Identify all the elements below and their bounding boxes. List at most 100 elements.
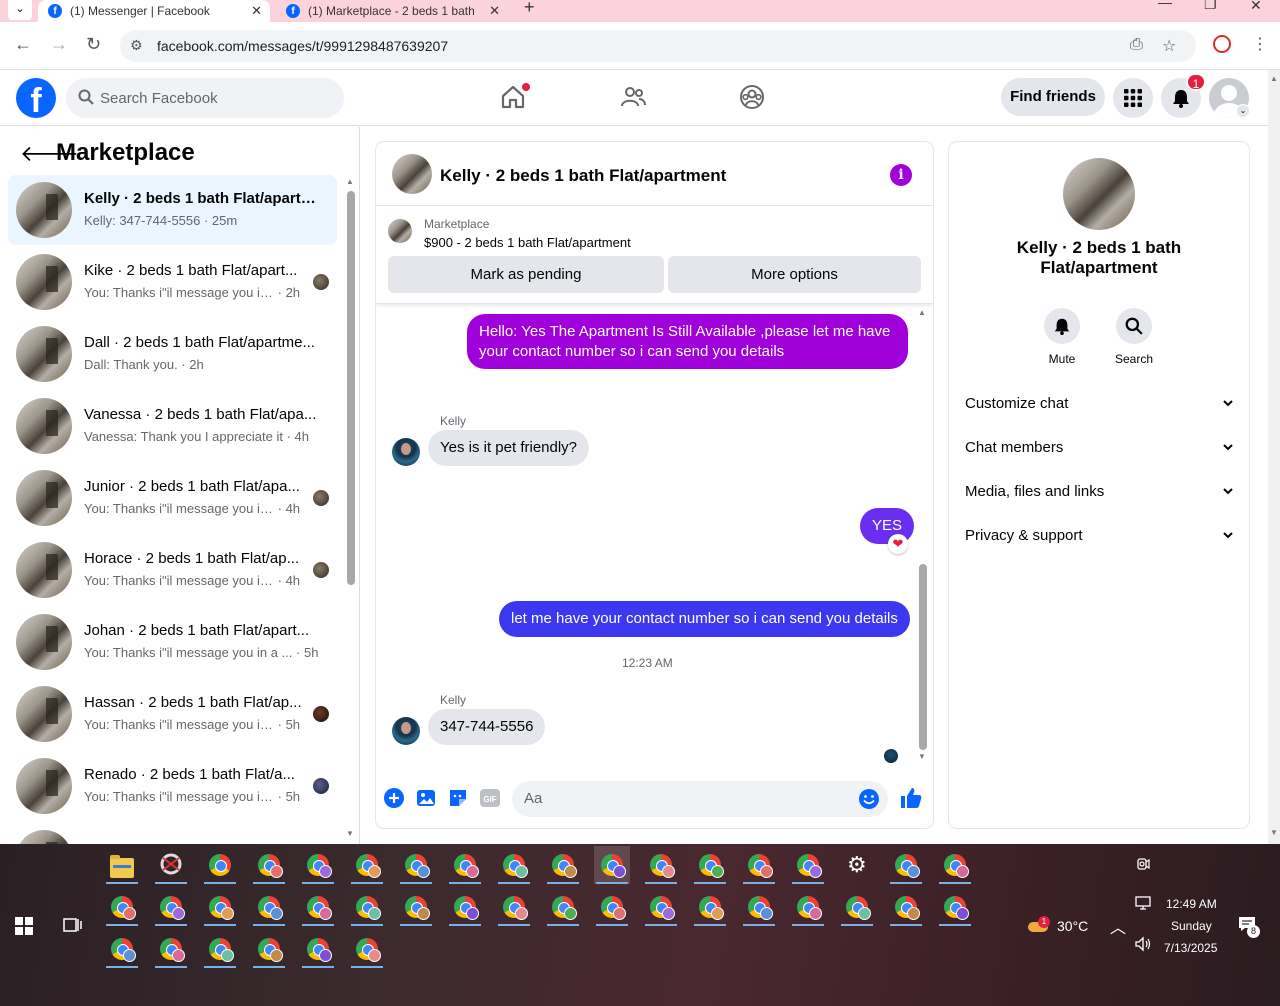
chrome-profile-icon[interactable]: [790, 888, 826, 926]
chrome-profile-icon[interactable]: [251, 846, 287, 884]
chat-avatar[interactable]: [392, 154, 432, 194]
privacy-support-section[interactable]: Privacy & support: [965, 518, 1235, 554]
weather-temperature[interactable]: 30°C: [1057, 918, 1088, 934]
chrome-profile-icon[interactable]: [349, 846, 385, 884]
chat-title[interactable]: Kelly · 2 beds 1 bath Flat/apartment: [440, 166, 726, 186]
contact-avatar[interactable]: [1063, 158, 1135, 230]
chrome-profile-icon[interactable]: [153, 930, 189, 968]
chrome-profile-icon[interactable]: [839, 888, 875, 926]
account-chevron-icon[interactable]: ⌄: [1236, 104, 1250, 118]
chat-list-scrollbar[interactable]: ▲ ▼: [345, 177, 357, 842]
plus-icon[interactable]: [384, 788, 404, 808]
sticker-icon[interactable]: [448, 788, 468, 808]
chrome-profile-icon[interactable]: [692, 846, 728, 884]
browser-menu-icon[interactable]: ⋮: [1252, 34, 1268, 54]
conversation-item-dall[interactable]: Dall · 2 beds 1 bath Flat/apartme... Dal…: [8, 319, 337, 389]
message-bubble-outgoing[interactable]: Hello: Yes The Apartment Is Still Availa…: [467, 314, 908, 369]
browser-profile-icon[interactable]: [1213, 35, 1231, 53]
conversation-item-kike[interactable]: Kike · 2 beds 1 bath Flat/apart... You: …: [8, 247, 337, 317]
conversation-item-johan[interactable]: Johan · 2 beds 1 bath Flat/apart... You:…: [8, 607, 337, 677]
chrome-profile-icon[interactable]: [202, 888, 238, 926]
page-scrollbar[interactable]: ▲ ▼: [1268, 70, 1280, 844]
chrome-profile-icon[interactable]: [300, 846, 336, 884]
scrollbar-thumb[interactable]: [919, 564, 927, 750]
info-icon[interactable]: i: [890, 164, 912, 186]
chrome-profile-icon[interactable]: [692, 888, 728, 926]
find-friends-button[interactable]: Find friends: [1001, 78, 1105, 116]
reload-icon[interactable]: ↻: [86, 34, 101, 55]
kelly-avatar[interactable]: [392, 438, 420, 466]
chrome-profile-icon[interactable]: [594, 888, 630, 926]
settings-gear-icon[interactable]: ⚙: [839, 846, 875, 884]
kelly-avatar[interactable]: [392, 717, 420, 745]
back-icon[interactable]: ←: [14, 34, 32, 55]
message-bubble-incoming[interactable]: Yes is it pet friendly?: [428, 430, 590, 466]
thumbs-up-icon[interactable]: [899, 786, 923, 810]
file-explorer-icon[interactable]: [104, 846, 140, 884]
listing-description[interactable]: $900 - 2 beds 1 bath Flat/apartment: [424, 235, 631, 250]
facebook-search-input[interactable]: Search Facebook: [66, 78, 344, 118]
address-bar[interactable]: ⚙ facebook.com/messages/t/99912984876392…: [120, 30, 1196, 62]
conversation-item-horace[interactable]: Horace · 2 beds 1 bath Flat/ap... You: T…: [8, 535, 337, 605]
chrome-profile-icon[interactable]: [300, 888, 336, 926]
chrome-profile-icon[interactable]: [741, 888, 777, 926]
chrome-profile-icon[interactable]: [741, 846, 777, 884]
conversation-item-hassan[interactable]: Hassan · 2 beds 1 bath Flat/ap... You: T…: [8, 679, 337, 749]
action-center-icon[interactable]: 8: [1238, 916, 1260, 938]
clock-time[interactable]: 12:49 AM: [1166, 897, 1217, 911]
volume-icon[interactable]: [1134, 936, 1152, 952]
emoji-icon[interactable]: [858, 788, 880, 810]
weather-icon[interactable]: 1: [1026, 914, 1050, 936]
media-files-links-section[interactable]: Media, files and links: [965, 474, 1235, 510]
gif-icon[interactable]: GIF: [480, 788, 500, 808]
conversation-item-junior[interactable]: Junior · 2 beds 1 bath Flat/apa... You: …: [8, 463, 337, 533]
chrome-profile-icon[interactable]: [398, 846, 434, 884]
friends-icon[interactable]: [620, 84, 646, 110]
tab-search-button[interactable]: ⌄: [8, 0, 32, 20]
clock-day[interactable]: Sunday: [1171, 919, 1212, 933]
chrome-profile-icon[interactable]: [594, 846, 630, 884]
chrome-profile-icon[interactable]: [937, 846, 973, 884]
chrome-profile-icon[interactable]: [496, 846, 532, 884]
network-icon[interactable]: [1134, 896, 1152, 910]
chrome-profile-icon[interactable]: [937, 888, 973, 926]
conversation-item-renado[interactable]: Renado · 2 beds 1 bath Flat/a... You: Th…: [8, 751, 337, 821]
clock-date[interactable]: 7/13/2025: [1164, 941, 1217, 955]
chrome-profile-icon[interactable]: [202, 846, 238, 884]
chat-members-section[interactable]: Chat members: [965, 430, 1235, 466]
tab-close-icon[interactable]: ✕: [251, 3, 262, 19]
task-view-icon[interactable]: [62, 916, 82, 934]
chrome-profile-icon[interactable]: [888, 846, 924, 884]
chrome-profile-icon[interactable]: [349, 930, 385, 968]
windows-start-icon[interactable]: [15, 917, 33, 935]
install-app-icon[interactable]: ⎙: [1130, 36, 1143, 54]
tab-close-icon[interactable]: ✕: [489, 3, 500, 19]
listing-thumbnail[interactable]: [388, 219, 412, 243]
chrome-profile-icon[interactable]: [643, 846, 679, 884]
facebook-logo-icon[interactable]: f: [16, 78, 56, 118]
chrome-profile-icon[interactable]: [790, 846, 826, 884]
meet-now-icon[interactable]: [1136, 856, 1150, 872]
site-info-icon[interactable]: ⚙: [130, 37, 143, 54]
heart-reaction-icon[interactable]: ❤: [888, 534, 908, 554]
photo-icon[interactable]: [416, 788, 436, 808]
snipping-tool-icon[interactable]: [153, 846, 189, 884]
mark-as-pending-button[interactable]: Mark as pending: [388, 256, 664, 293]
url-text[interactable]: facebook.com/messages/t/9991298487639207: [157, 38, 448, 54]
chrome-profile-icon[interactable]: [398, 888, 434, 926]
message-bubble-incoming[interactable]: 347-744-5556: [428, 709, 546, 745]
chrome-profile-icon[interactable]: [447, 888, 483, 926]
chat-scrollbar[interactable]: ▲ ▼: [917, 308, 929, 764]
chrome-profile-icon[interactable]: [349, 888, 385, 926]
conversation-item-vanessa[interactable]: Vanessa · 2 beds 1 bath Flat/apa... Vane…: [8, 391, 337, 461]
chrome-profile-icon[interactable]: [251, 930, 287, 968]
scrollbar-thumb[interactable]: [347, 191, 355, 585]
chrome-profile-icon[interactable]: [643, 888, 679, 926]
bookmark-star-icon[interactable]: ☆: [1162, 36, 1176, 56]
chrome-profile-icon[interactable]: [104, 888, 140, 926]
chrome-profile-icon[interactable]: [545, 846, 581, 884]
conversation-item-partial[interactable]: [8, 823, 337, 844]
search-in-chat-button[interactable]: Search: [1104, 308, 1164, 366]
groups-icon[interactable]: [739, 84, 765, 110]
chrome-profile-icon[interactable]: [251, 888, 287, 926]
